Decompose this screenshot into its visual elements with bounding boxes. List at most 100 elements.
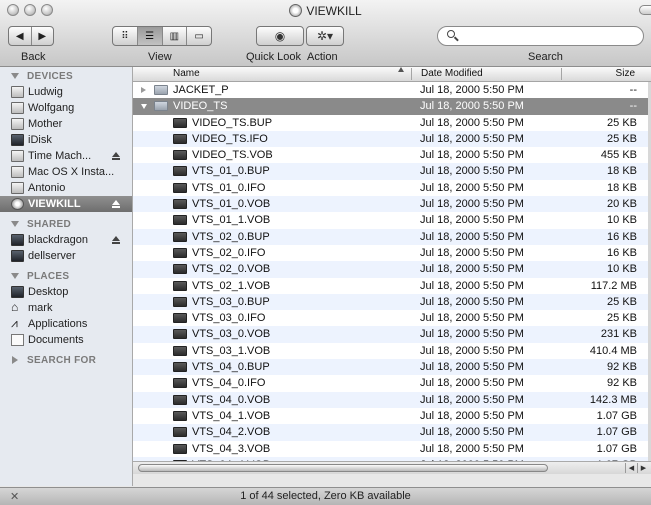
- finder-window: VIEWKILL ◀ ▶ Back ⠿ ☰ ▥ ▭ View ◉ Quick L…: [0, 0, 651, 505]
- file-row[interactable]: VTS_01_0.BUP Jul 18, 2000 5:50 PM 18 KB: [133, 163, 651, 180]
- document-icon: [173, 394, 187, 405]
- file-size: 1.07 GB: [596, 409, 637, 422]
- sidebar-item-time-machine[interactable]: Time Mach...: [0, 148, 132, 164]
- file-row[interactable]: VIDEO_TS.VOB Jul 18, 2000 5:50 PM 455 KB: [133, 147, 651, 163]
- disclosure-triangle-icon[interactable]: [141, 87, 146, 93]
- sidebar-item-mac-os-x-install[interactable]: Mac OS X Insta...: [0, 164, 132, 180]
- file-row[interactable]: VTS_03_1.VOB Jul 18, 2000 5:50 PM 410.4 MB: [133, 343, 651, 359]
- column-view-button[interactable]: ▥: [163, 27, 188, 45]
- file-row[interactable]: VTS_02_0.IFO Jul 18, 2000 5:50 PM 16 KB: [133, 245, 651, 261]
- file-size: 1.07 GB: [596, 442, 637, 455]
- sidebar-item-mother[interactable]: Mother: [0, 116, 132, 132]
- icon-view-button[interactable]: ⠿: [113, 27, 138, 45]
- folder-row[interactable]: VIDEO_TS Jul 18, 2000 5:50 PM --: [133, 98, 651, 115]
- forward-button[interactable]: ▶: [32, 27, 54, 45]
- file-name: VTS_01_0.IFO: [192, 181, 266, 194]
- sidebar-item-desktop[interactable]: Desktop: [0, 284, 132, 300]
- sidebar-item-idisk[interactable]: iDisk: [0, 132, 132, 148]
- eject-icon[interactable]: [112, 236, 120, 244]
- column-date-header[interactable]: Date Modified: [421, 67, 483, 81]
- file-date-modified: Jul 18, 2000 5:50 PM: [420, 393, 524, 406]
- document-icon: [173, 199, 187, 210]
- disclosure-triangle-icon: [12, 356, 18, 364]
- file-row[interactable]: VTS_03_0.IFO Jul 18, 2000 5:50 PM 25 KB: [133, 310, 651, 326]
- file-row[interactable]: VTS_04_0.VOB Jul 18, 2000 5:50 PM 142.3 MB: [133, 391, 651, 408]
- horizontal-scrollbar[interactable]: ◀ ▶: [133, 461, 651, 474]
- back-button[interactable]: ◀: [9, 27, 32, 45]
- file-row[interactable]: VTS_01_1.VOB Jul 18, 2000 5:50 PM 10 KB: [133, 212, 651, 228]
- file-row[interactable]: VTS_03_0.VOB Jul 18, 2000 5:50 PM 231 KB: [133, 326, 651, 343]
- eye-icon: ◉: [274, 29, 286, 43]
- scroll-right-arrow-icon[interactable]: ▶: [637, 463, 649, 473]
- file-row[interactable]: VIDEO_TS.IFO Jul 18, 2000 5:50 PM 25 KB: [133, 130, 651, 148]
- document-icon: [173, 443, 187, 454]
- cover-flow-button[interactable]: ▭: [187, 27, 211, 45]
- eject-icon[interactable]: [112, 200, 120, 208]
- file-row[interactable]: VTS_04_2.VOB Jul 18, 2000 5:50 PM 1.07 GB: [133, 424, 651, 441]
- file-date-modified: Jul 18, 2000 5:50 PM: [420, 328, 524, 341]
- sidebar-item-documents[interactable]: Documents: [0, 332, 132, 348]
- folder-row[interactable]: JACKET_P Jul 18, 2000 5:50 PM --: [133, 82, 651, 98]
- file-size: 142.3 MB: [589, 393, 637, 406]
- sidebar-section-devices[interactable]: DEVICES: [0, 69, 132, 84]
- document-icon: [173, 133, 187, 144]
- file-name: VIDEO_TS: [173, 100, 228, 113]
- file-row[interactable]: VTS_01_0.VOB Jul 18, 2000 5:50 PM 20 KB: [133, 196, 651, 213]
- file-size: 10 KB: [607, 263, 637, 276]
- file-row[interactable]: VTS_04_1.VOB Jul 18, 2000 5:50 PM 1.07 GB: [133, 408, 651, 424]
- sidebar-item-antonio[interactable]: Antonio: [0, 180, 132, 196]
- sidebar-section-shared[interactable]: SHARED: [0, 217, 132, 232]
- file-row[interactable]: VTS_02_0.VOB Jul 18, 2000 5:50 PM 10 KB: [133, 261, 651, 278]
- sidebar-item-wolfgang[interactable]: Wolfgang: [0, 100, 132, 116]
- file-date-modified: Jul 18, 2000 5:50 PM: [420, 409, 524, 422]
- file-size: 455 KB: [600, 149, 637, 162]
- file-name: VTS_01_1.VOB: [192, 214, 271, 227]
- network-computer-icon: [11, 250, 24, 262]
- document-icon: [173, 329, 187, 340]
- file-row[interactable]: VTS_02_0.BUP Jul 18, 2000 5:50 PM 16 KB: [133, 228, 651, 245]
- gear-icon: ✲▾: [316, 29, 334, 43]
- file-row[interactable]: VTS_03_0.BUP Jul 18, 2000 5:50 PM 25 KB: [133, 293, 651, 311]
- sidebar-item-blackdragon[interactable]: blackdragon: [0, 232, 132, 248]
- file-name: VTS_02_1.VOB: [192, 279, 271, 292]
- file-name: VTS_04_0.VOB: [192, 393, 271, 406]
- column-size-header[interactable]: Size: [616, 67, 635, 81]
- file-size: --: [629, 84, 637, 96]
- quick-look-button[interactable]: ◉: [256, 26, 304, 46]
- column-divider[interactable]: [561, 68, 562, 80]
- file-name: VTS_03_0.IFO: [192, 312, 266, 325]
- document-icon: [173, 313, 187, 324]
- list-view-button[interactable]: ☰: [137, 27, 163, 45]
- sidebar-item-dellserver[interactable]: dellserver: [0, 248, 132, 264]
- file-row[interactable]: VTS_02_1.VOB Jul 18, 2000 5:50 PM 117.2 MB: [133, 278, 651, 294]
- action-button[interactable]: ✲▾: [306, 26, 344, 46]
- file-row[interactable]: VTS_04_0.BUP Jul 18, 2000 5:50 PM 92 KB: [133, 359, 651, 376]
- sidebar-item-mark[interactable]: ⌂ mark: [0, 300, 132, 316]
- file-row[interactable]: VIDEO_TS.BUP Jul 18, 2000 5:50 PM 25 KB: [133, 115, 651, 131]
- column-name-header[interactable]: Name: [173, 67, 200, 81]
- file-row[interactable]: VTS_04_3.VOB Jul 18, 2000 5:50 PM 1.07 GB: [133, 441, 651, 457]
- sidebar-item-applications[interactable]: ⩘ Applications: [0, 316, 132, 332]
- back-forward-control: ◀ ▶: [8, 26, 54, 46]
- optical-disc-icon: [11, 198, 24, 210]
- sidebar-section-places[interactable]: PLACES: [0, 269, 132, 284]
- file-row[interactable]: VTS_01_0.IFO Jul 18, 2000 5:50 PM 18 KB: [133, 180, 651, 196]
- sidebar-item-ludwig[interactable]: Ludwig: [0, 84, 132, 100]
- file-date-modified: Jul 18, 2000 5:50 PM: [420, 149, 524, 162]
- disclosure-triangle-icon[interactable]: [141, 104, 147, 110]
- file-size: 20 KB: [607, 198, 637, 211]
- file-name: VTS_03_0.VOB: [192, 328, 271, 341]
- eject-icon[interactable]: [112, 152, 120, 160]
- sidebar-section-search-for[interactable]: SEARCH FOR: [0, 353, 132, 368]
- file-size: 1.07 GB: [596, 426, 637, 439]
- hard-disk-icon: [11, 150, 24, 162]
- scroll-thumb[interactable]: [138, 464, 548, 472]
- file-row[interactable]: VTS_04_0.IFO Jul 18, 2000 5:50 PM 92 KB: [133, 375, 651, 391]
- scroll-left-arrow-icon[interactable]: ◀: [625, 463, 637, 473]
- toolbar-toggle-button[interactable]: [639, 5, 651, 15]
- column-divider[interactable]: [411, 68, 412, 80]
- search-input[interactable]: [437, 26, 644, 46]
- sidebar-item-viewkill[interactable]: VIEWKILL: [0, 196, 132, 212]
- file-name: VTS_01_0.VOB: [192, 198, 271, 211]
- hard-disk-icon: [11, 182, 24, 194]
